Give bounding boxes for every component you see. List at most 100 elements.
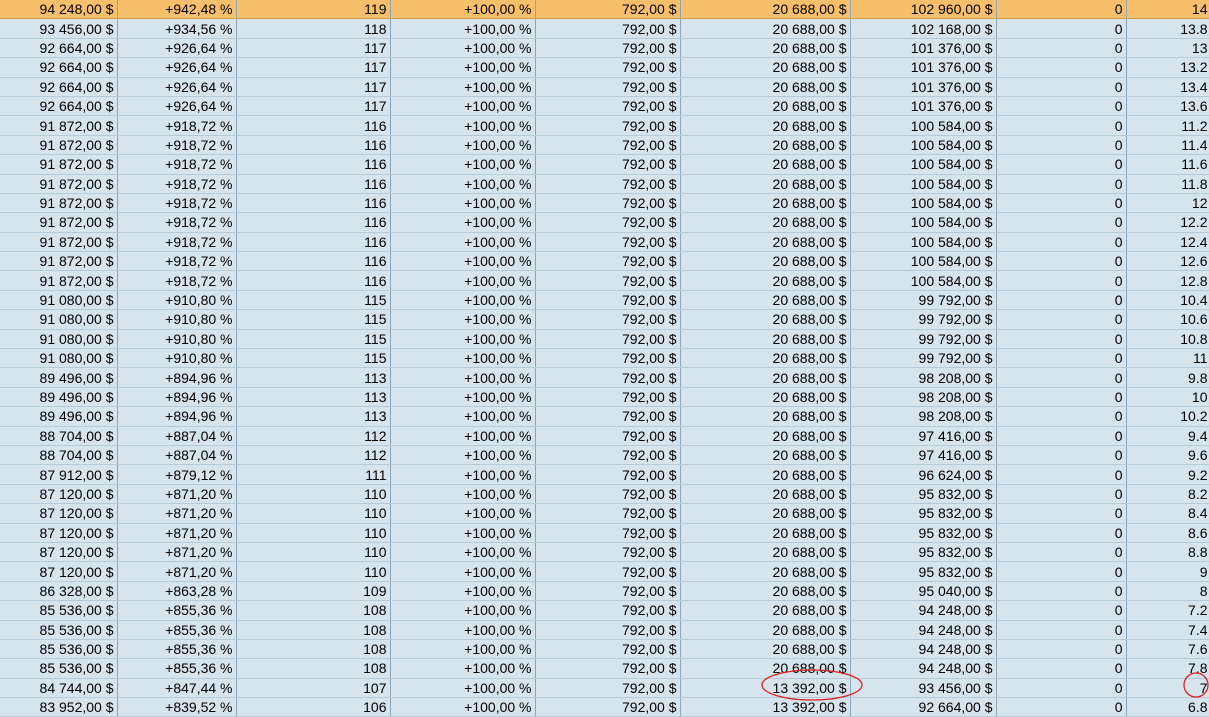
cell-col-h[interactable]: 0 [996,251,1127,272]
cell-col-e[interactable]: 792,00 $ [535,290,681,311]
cell-col-b[interactable]: +918,72 % [117,251,237,272]
cell-col-d[interactable]: +100,00 % [390,406,536,427]
cell-col-h[interactable]: 0 [996,77,1127,97]
cell-col-a[interactable]: 89 496,00 $ [0,367,118,388]
cell-col-d[interactable]: +100,00 % [390,484,536,505]
cell-col-d[interactable]: +100,00 % [390,77,536,97]
cell-col-b[interactable]: +926,64 % [117,57,237,78]
cell-col-b[interactable]: +918,72 % [117,232,237,253]
cell-col-f[interactable]: 20 688,00 $ [680,658,851,679]
cell-col-d[interactable]: +100,00 % [390,193,536,214]
cell-col-f[interactable]: 13 392,00 $ [680,697,851,717]
cell-col-g[interactable]: 99 792,00 $ [850,348,997,369]
cell-col-i[interactable]: 7.4 [1126,620,1209,640]
table-row[interactable]: 91 872,00 $ +918,72 % 116 +100,00 % 792,00 $… [0,212,1209,233]
cell-col-a[interactable]: 91 872,00 $ [0,135,118,156]
cell-col-h[interactable]: 0 [996,96,1127,117]
cell-col-f[interactable]: 20 688,00 $ [680,115,851,136]
cell-col-c[interactable]: 113 [236,406,391,427]
cell-col-e[interactable]: 792,00 $ [535,639,681,660]
cell-col-d[interactable]: +100,00 % [390,57,536,78]
cell-col-b[interactable]: +847,44 % [117,678,237,699]
cell-col-e[interactable]: 792,00 $ [535,18,681,39]
cell-col-a[interactable]: 91 080,00 $ [0,329,118,350]
cell-col-a[interactable]: 94 248,00 $ [0,0,118,20]
cell-col-b[interactable]: +855,36 % [117,658,237,679]
cell-col-b[interactable]: +918,72 % [117,193,237,214]
cell-col-c[interactable]: 117 [236,96,391,117]
cell-col-e[interactable]: 792,00 $ [535,251,681,272]
cell-col-c[interactable]: 112 [236,445,391,466]
cell-col-f[interactable]: 20 688,00 $ [680,426,851,446]
cell-col-f[interactable]: 20 688,00 $ [680,561,851,582]
cell-col-d[interactable]: +100,00 % [390,426,536,446]
cell-col-g[interactable]: 95 832,00 $ [850,484,997,505]
cell-col-a[interactable]: 85 536,00 $ [0,639,118,660]
cell-col-b[interactable]: +887,04 % [117,426,237,446]
cell-col-e[interactable]: 792,00 $ [535,581,681,602]
cell-col-c[interactable]: 117 [236,38,391,59]
cell-col-h[interactable]: 0 [996,387,1127,408]
cell-col-a[interactable]: 91 872,00 $ [0,251,118,272]
cell-col-c[interactable]: 115 [236,329,391,350]
cell-col-b[interactable]: +871,20 % [117,542,237,563]
cell-col-f[interactable]: 20 688,00 $ [680,503,851,524]
cell-col-c[interactable]: 116 [236,270,391,291]
cell-col-g[interactable]: 100 584,00 $ [850,212,997,233]
cell-col-g[interactable]: 100 584,00 $ [850,174,997,194]
cell-col-h[interactable]: 0 [996,115,1127,136]
cell-col-d[interactable]: +100,00 % [390,270,536,291]
cell-col-g[interactable]: 98 208,00 $ [850,387,997,408]
cell-col-e[interactable]: 792,00 $ [535,464,681,485]
cell-col-i[interactable]: 8.8 [1126,542,1209,563]
cell-col-b[interactable]: +855,36 % [117,620,237,640]
cell-col-b[interactable]: +942,48 % [117,0,237,20]
cell-col-d[interactable]: +100,00 % [390,96,536,117]
cell-col-f[interactable]: 20 688,00 $ [680,193,851,214]
cell-col-i[interactable]: 12.8 [1126,270,1209,291]
cell-col-c[interactable]: 116 [236,115,391,136]
cell-col-i[interactable]: 10.8 [1126,329,1209,350]
cell-col-c[interactable]: 119 [236,0,391,20]
cell-col-b[interactable]: +855,36 % [117,600,237,621]
cell-col-b[interactable]: +926,64 % [117,38,237,59]
cell-col-h[interactable]: 0 [996,503,1127,524]
cell-col-c[interactable]: 118 [236,18,391,39]
cell-col-c[interactable]: 106 [236,697,391,717]
cell-col-h[interactable]: 0 [996,445,1127,466]
cell-col-e[interactable]: 792,00 $ [535,445,681,466]
cell-col-h[interactable]: 0 [996,561,1127,582]
cell-col-a[interactable]: 91 080,00 $ [0,348,118,369]
cell-col-f[interactable]: 20 688,00 $ [680,348,851,369]
cell-col-d[interactable]: +100,00 % [390,329,536,350]
cell-col-h[interactable]: 0 [996,600,1127,621]
cell-col-a[interactable]: 91 872,00 $ [0,193,118,214]
cell-col-d[interactable]: +100,00 % [390,251,536,272]
cell-col-b[interactable]: +918,72 % [117,212,237,233]
cell-col-b[interactable]: +863,28 % [117,581,237,602]
cell-col-c[interactable]: 110 [236,484,391,505]
cell-col-h[interactable]: 0 [996,193,1127,214]
cell-col-f[interactable]: 20 688,00 $ [680,174,851,194]
cell-col-b[interactable]: +918,72 % [117,115,237,136]
cell-col-i[interactable]: 11.4 [1126,135,1209,156]
cell-col-f[interactable]: 20 688,00 $ [680,367,851,388]
cell-col-h[interactable]: 0 [996,542,1127,563]
cell-col-g[interactable]: 101 376,00 $ [850,96,997,117]
cell-col-b[interactable]: +926,64 % [117,77,237,97]
table-row[interactable]: 91 872,00 $ +918,72 % 116 +100,00 % 792,00 $… [0,193,1209,214]
cell-col-f[interactable]: 20 688,00 $ [680,620,851,640]
cell-col-f[interactable]: 20 688,00 $ [680,387,851,408]
table-row[interactable]: 87 120,00 $ +871,20 % 110 +100,00 % 792,00 $… [0,523,1209,543]
cell-col-f[interactable]: 20 688,00 $ [680,77,851,97]
cell-col-i[interactable]: 8.2 [1126,484,1209,505]
table-row[interactable]: 87 120,00 $ +871,20 % 110 +100,00 % 792,00 $… [0,561,1209,582]
table-row[interactable]: 87 912,00 $ +879,12 % 111 +100,00 % 792,00 $… [0,464,1209,485]
cell-col-h[interactable]: 0 [996,426,1127,446]
table-row[interactable]: 91 080,00 $ +910,80 % 115 +100,00 % 792,00 $… [0,309,1209,330]
table-row[interactable]: 87 120,00 $ +871,20 % 110 +100,00 % 792,00 $… [0,484,1209,505]
cell-col-h[interactable]: 0 [996,57,1127,78]
cell-col-g[interactable]: 94 248,00 $ [850,620,997,640]
cell-col-g[interactable]: 101 376,00 $ [850,38,997,59]
cell-col-g[interactable]: 94 248,00 $ [850,600,997,621]
